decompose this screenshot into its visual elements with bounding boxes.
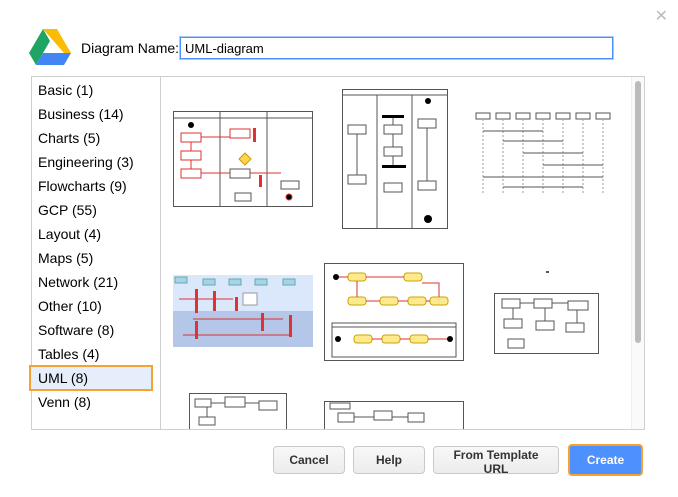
template-thumbnail[interactable]: [324, 263, 464, 361]
template-thumbnail[interactable]: [173, 275, 313, 347]
template-browser: Basic (1) Business (14) Charts (5) Engin…: [29, 76, 645, 430]
diagram-name-input[interactable]: [180, 37, 613, 59]
category-list: Basic (1) Business (14) Charts (5) Engin…: [29, 77, 161, 429]
from-template-url-button[interactable]: From Template URL: [433, 446, 559, 476]
category-gcp[interactable]: GCP (55): [32, 198, 160, 222]
category-tables[interactable]: Tables (4): [32, 342, 160, 366]
template-thumbnail[interactable]: [474, 111, 622, 197]
cancel-button[interactable]: Cancel: [273, 446, 345, 474]
category-network[interactable]: Network (21): [32, 270, 160, 294]
category-flowcharts[interactable]: Flowcharts (9): [32, 174, 160, 198]
category-uml[interactable]: UML (8): [29, 365, 153, 391]
template-thumbnail[interactable]: [494, 271, 600, 355]
category-other[interactable]: Other (10): [32, 294, 160, 318]
create-button[interactable]: Create: [568, 444, 643, 476]
template-grid: [161, 77, 631, 429]
template-thumbnail[interactable]: [173, 111, 313, 207]
diagram-name-label: Diagram Name:: [81, 40, 180, 56]
help-button[interactable]: Help: [353, 446, 425, 474]
category-maps[interactable]: Maps (5): [32, 246, 160, 270]
category-business[interactable]: Business (14): [32, 102, 160, 126]
template-thumbnail[interactable]: [342, 89, 448, 229]
category-layout[interactable]: Layout (4): [32, 222, 160, 246]
google-drive-logo: [29, 29, 71, 65]
category-charts[interactable]: Charts (5): [32, 126, 160, 150]
template-thumbnail[interactable]: [324, 401, 464, 429]
category-venn[interactable]: Venn (8): [32, 390, 160, 414]
category-engineering[interactable]: Engineering (3): [32, 150, 160, 174]
template-thumbnail[interactable]: [189, 393, 287, 429]
template-scrollbar[interactable]: [631, 77, 644, 429]
scrollbar-thumb[interactable]: [635, 81, 641, 343]
close-icon[interactable]: ✕: [655, 6, 668, 26]
category-basic[interactable]: Basic (1): [32, 78, 160, 102]
category-software[interactable]: Software (8): [32, 318, 160, 342]
